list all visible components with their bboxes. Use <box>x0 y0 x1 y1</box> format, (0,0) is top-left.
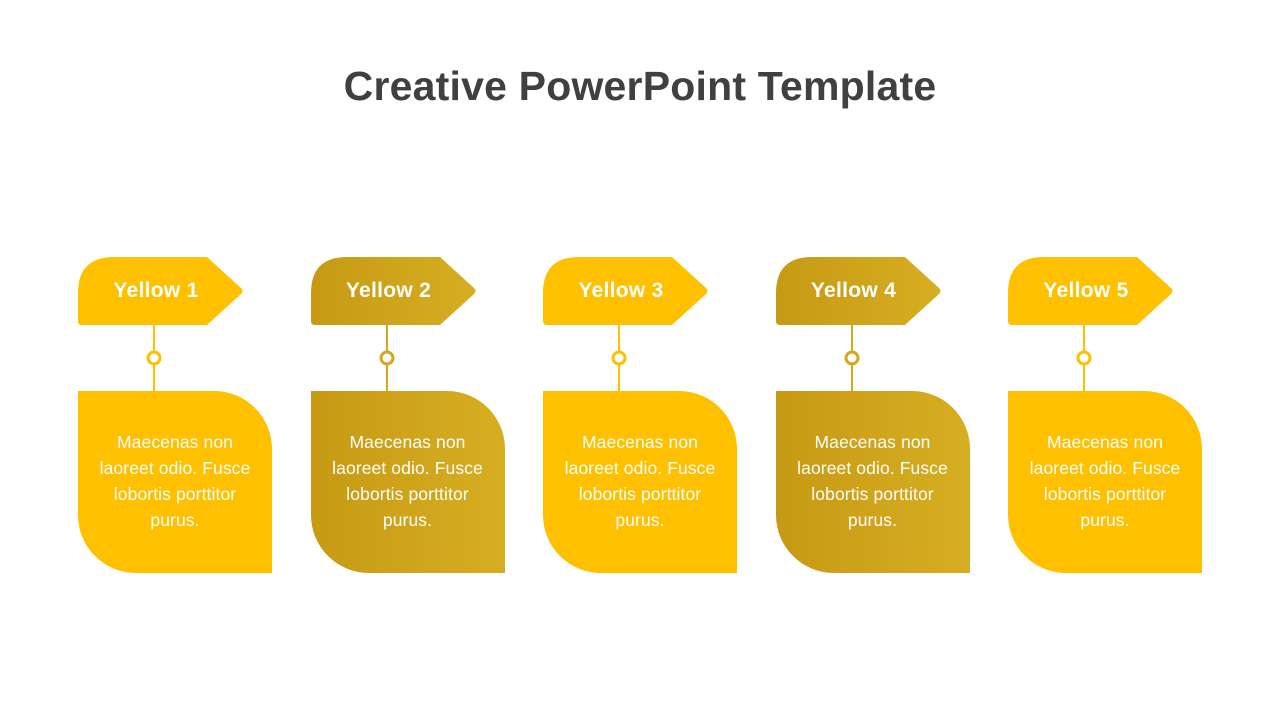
body-text-yellow-5: Maecenas non laoreet odio. Fusce loborti… <box>1029 432 1181 530</box>
banner-label-yellow-3: Yellow 3 <box>578 279 664 302</box>
connector-node-icon-3 <box>611 350 627 366</box>
slide-canvas: Creative PowerPoint Template Yellow 1 Ma… <box>0 0 1280 720</box>
connector-yellow-1 <box>146 325 162 391</box>
body-text-yellow-3: Maecenas non laoreet odio. Fusce loborti… <box>564 432 716 530</box>
banner-yellow-1[interactable]: Yellow 1 <box>78 257 244 325</box>
connector-node-icon-2 <box>379 350 394 366</box>
banner-yellow-4[interactable]: Yellow 4 <box>775 257 942 325</box>
banner-label-yellow-5: Yellow 5 <box>1043 279 1129 302</box>
card-column-yellow-3[interactable]: Yellow 3 Maecenas non laoreet odio. Fusc… <box>543 257 737 573</box>
connector-yellow-4 <box>844 325 859 391</box>
connector-node-icon-4 <box>844 350 859 366</box>
body-card-yellow-1[interactable]: Maecenas non laoreet odio. Fusce loborti… <box>78 391 272 573</box>
body-text-yellow-2: Maecenas non laoreet odio. Fusce loborti… <box>332 432 483 530</box>
banner-yellow-5[interactable]: Yellow 5 <box>1008 257 1174 325</box>
banner-label-yellow-1: Yellow 1 <box>113 279 199 302</box>
body-card-yellow-4[interactable]: Maecenas non laoreet odio. Fusce loborti… <box>775 391 970 573</box>
card-column-yellow-1[interactable]: Yellow 1 Maecenas non laoreet odio. Fusc… <box>78 257 272 573</box>
banner-label-yellow-4: Yellow 4 <box>810 279 897 302</box>
card-column-yellow-4[interactable]: Yellow 4 Maecenas non laoreet odio. Fusc… <box>775 257 970 573</box>
card-column-yellow-5[interactable]: Yellow 5 Maecenas non laoreet odio. Fusc… <box>1008 257 1202 573</box>
connector-node-icon-5 <box>1076 350 1092 366</box>
banner-yellow-3[interactable]: Yellow 3 <box>543 257 709 325</box>
connector-node-icon-1 <box>146 350 162 366</box>
body-text-yellow-4: Maecenas non laoreet odio. Fusce loborti… <box>797 432 948 530</box>
body-card-yellow-5[interactable]: Maecenas non laoreet odio. Fusce loborti… <box>1008 391 1202 573</box>
body-card-yellow-2[interactable]: Maecenas non laoreet odio. Fusce loborti… <box>310 391 505 573</box>
body-card-yellow-3[interactable]: Maecenas non laoreet odio. Fusce loborti… <box>543 391 737 573</box>
cards-row: Yellow 1 Maecenas non laoreet odio. Fusc… <box>78 257 1202 573</box>
page-title: Creative PowerPoint Template <box>343 63 937 109</box>
connector-yellow-5 <box>1076 325 1092 391</box>
banner-yellow-2[interactable]: Yellow 2 <box>310 257 477 325</box>
banner-label-yellow-2: Yellow 2 <box>345 279 432 302</box>
connector-yellow-3 <box>611 325 627 391</box>
body-text-yellow-1: Maecenas non laoreet odio. Fusce loborti… <box>99 432 251 530</box>
connector-yellow-2 <box>379 325 394 391</box>
card-column-yellow-2[interactable]: Yellow 2 Maecenas non laoreet odio. Fusc… <box>310 257 505 573</box>
